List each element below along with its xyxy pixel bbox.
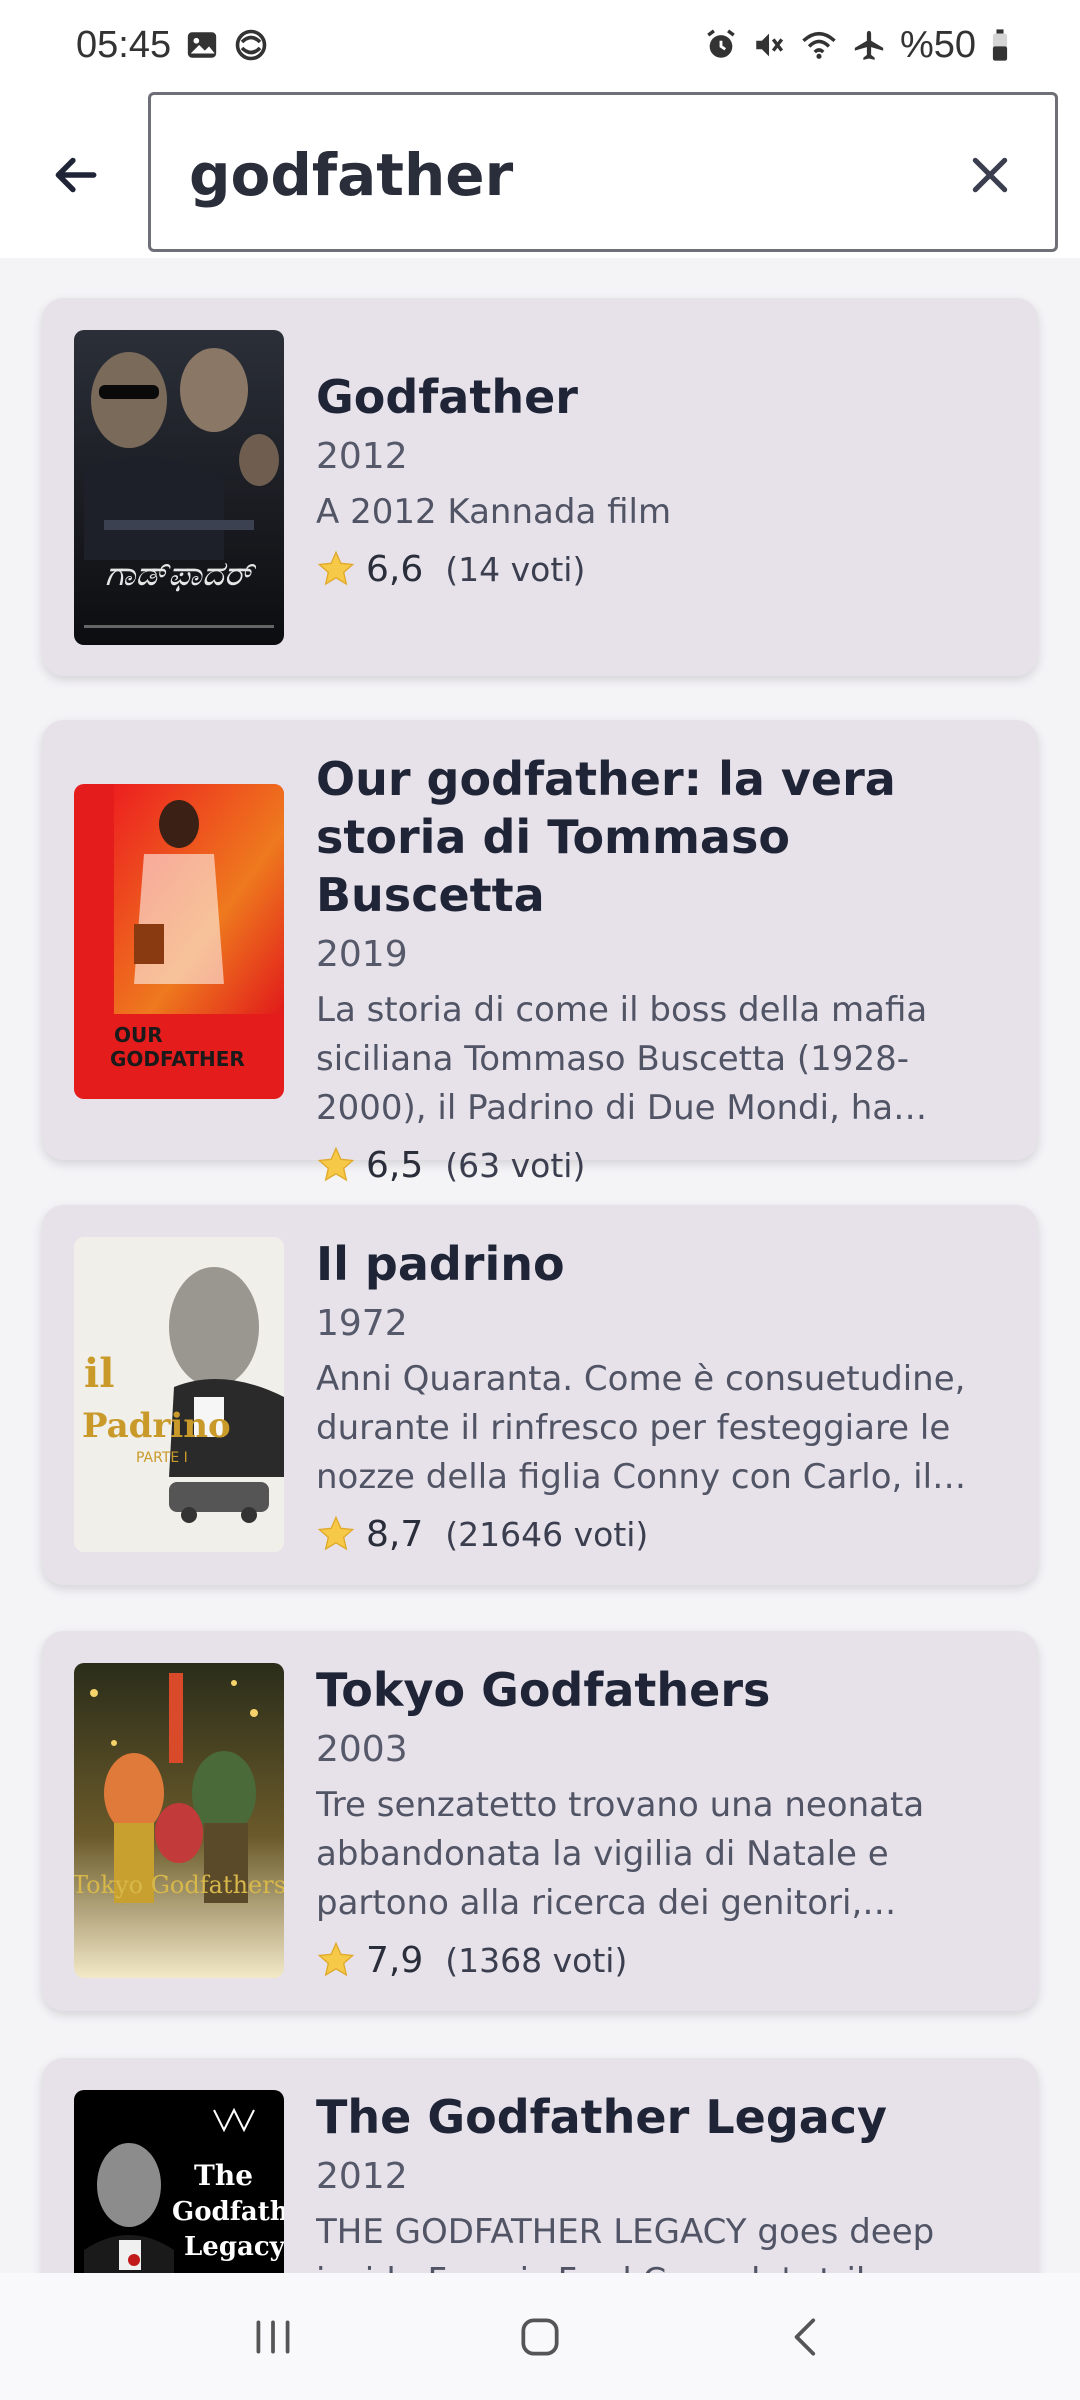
rating-value: 7,9 [366,1939,424,1981]
svg-text:Legacy: Legacy [184,2232,284,2262]
wifi-icon [800,28,838,62]
recent-apps-button[interactable] [223,2287,323,2387]
battery-text: %50 [899,23,976,66]
rating-value: 8,7 [366,1513,424,1555]
gallery-icon [185,28,219,62]
card-text: Tokyo Godfathers 2003 Tre senzatetto tro… [316,1661,1016,1986]
star-icon [317,1515,355,1551]
movie-title: Godfather [316,370,578,424]
movie-description: Tre senzatetto trovano una neonata abban… [316,1785,925,1923]
home-icon [521,2317,559,2356]
svg-text:ಗಾಡ್‌ಫಾದರ್: ಗಾಡ್‌ಫಾದರ್ [105,554,256,594]
alarm-icon [704,28,738,62]
poster-image: il Padrino PARTE I [74,1237,284,1552]
card-text: Il padrino 1972 Anni Quaranta. Come è co… [316,1235,1016,1560]
poster-image: The Godfather Legacy [74,2090,284,2273]
status-left: 05:45 [76,24,269,67]
home-button[interactable] [490,2287,590,2387]
recent-apps-icon [256,2320,290,2353]
airplane-icon [852,28,886,62]
svg-text:il: il [84,1350,114,1397]
svg-text:Tokyo Godfathers: Tokyo Godfathers [74,1871,284,1899]
movie-year: 1972 [316,1303,408,1344]
star-icon [317,1146,355,1182]
chevron-left-icon [794,2317,815,2356]
star-icon [317,550,355,586]
movie-year: 2019 [316,934,408,975]
movie-description: La storia di come il boss della mafia si… [316,990,928,1128]
star-icon [317,1941,355,1977]
rating-row: 6,5 (63 voti) [316,1139,1016,1191]
status-right: %50 [704,24,1010,67]
svg-text:The: The [194,2159,253,2192]
clear-search-button[interactable] [955,140,1025,210]
search-box[interactable] [148,92,1058,252]
arrow-left-icon [55,157,97,193]
poster-image: ಗಾಡ್‌ಫಾದರ್ [74,330,284,645]
mute-icon [752,28,786,62]
rating-value: 6,5 [366,1144,424,1186]
rating-votes: (21646 voti) [445,1514,649,1554]
rating-votes: (14 voti) [445,549,586,589]
svg-text:PARTE I: PARTE I [136,1450,188,1466]
movie-description: THE GODFATHER LEGACY goes deep inside Fr… [316,2212,935,2273]
status-bar: 05:45 %50 [0,0,1080,90]
search-input[interactable] [189,125,909,225]
movie-description: Anni Quaranta. Come è consuetudine, dura… [316,1359,966,1497]
movie-year: 2003 [316,1729,408,1770]
back-nav-button[interactable] [757,2287,857,2387]
rating-value: 6,6 [366,548,424,590]
poster-image: Tokyo Godfathers [74,1663,284,1978]
sync-icon [233,27,269,63]
result-card[interactable]: il Padrino PARTE I Il padrino 1972 Anni … [42,1205,1038,1585]
search-header [0,90,1080,258]
movie-year: 2012 [316,436,408,477]
battery-icon [990,28,1010,62]
svg-text:Godfather: Godfather [172,2197,284,2227]
card-text: The Godfather Legacy 2012 THE GODFATHER … [316,2088,1016,2273]
rating-votes: (63 voti) [445,1145,586,1185]
movie-description: A 2012 Kannada film [316,492,672,532]
result-card[interactable]: ಗಾಡ್‌ಫಾದರ್ Godfather 2012 A 2012 Kannada… [42,298,1038,676]
poster-image: OUR GODFATHER [74,784,284,1099]
movie-title: Tokyo Godfathers [316,1663,771,1717]
card-text: Our godfather: la vera storia di Tommaso… [316,750,1016,1191]
svg-text:GODFATHER: GODFATHER [110,1047,245,1071]
result-card[interactable]: The Godfather Legacy The Godfather Legac… [42,2058,1038,2273]
movie-year: 2012 [316,2156,408,2197]
rating-row: 7,9 (1368 voti) [316,1934,1016,1986]
movie-title: The Godfather Legacy [316,2090,888,2144]
movie-title: Our godfather: la vera storia di Tommaso… [316,752,896,922]
back-button[interactable] [40,140,110,210]
svg-text:OUR: OUR [114,1023,163,1047]
result-card[interactable]: OUR GODFATHER Our godfather: la vera sto… [42,720,1038,1186]
navigation-bar [0,2273,1080,2400]
rating-votes: (1368 voti) [445,1940,628,1980]
results-list[interactable]: ಗಾಡ್‌ಫಾದರ್ Godfather 2012 A 2012 Kannada… [0,258,1080,2273]
rating-row: 6,6 (14 voti) [316,543,1016,595]
result-card[interactable]: Tokyo Godfathers Tokyo Godfathers 2003 T… [42,1631,1038,2011]
card-text: Godfather 2012 A 2012 Kannada film 6,6 (… [316,368,1016,595]
movie-title: Il padrino [316,1237,565,1291]
close-icon [972,157,1008,193]
status-time: 05:45 [76,23,172,66]
rating-row: 8,7 (21646 voti) [316,1508,1016,1560]
svg-text:Padrino: Padrino [82,1406,231,1446]
